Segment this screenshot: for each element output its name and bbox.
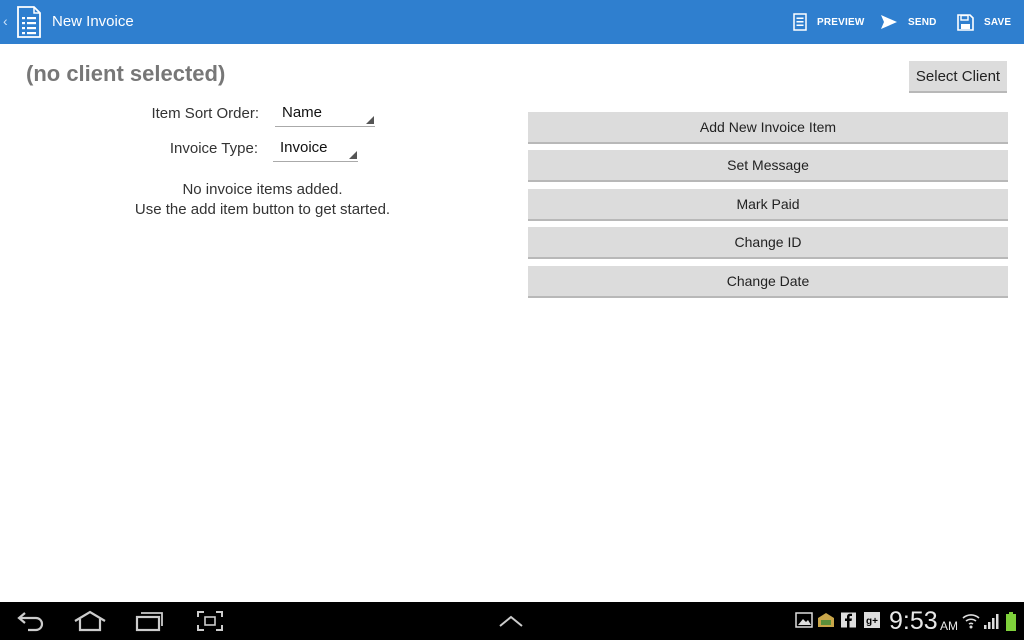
home-button[interactable] [73,602,107,640]
empty-message-line-1: No invoice items added. [182,181,343,198]
send-button[interactable]: SEND [880,0,937,44]
send-icon [881,15,897,29]
preview-button[interactable]: PREVIEW [793,0,865,44]
client-name: (no client selected) [26,61,226,86]
select-client-button[interactable]: Select Client [909,61,1007,93]
screenshot-icon [197,611,223,631]
back-icon [17,612,44,632]
up-caret-icon[interactable]: ‹ [3,13,8,29]
home-icon [74,610,106,632]
item-sort-order-spinner[interactable]: Name [275,103,375,127]
recent-apps-icon [135,612,163,632]
preview-icon [793,13,807,31]
invoice-type-spinner[interactable]: Invoice [273,138,358,162]
invoice-document-icon[interactable] [16,6,42,38]
send-label: SEND [908,16,937,28]
svg-text:g+: g+ [866,616,878,627]
signal-icon [984,614,999,629]
store-icon [818,613,834,627]
invoice-type-value: Invoice [280,139,328,156]
change-id-button[interactable]: Change ID [528,227,1008,259]
wifi-icon [962,614,980,629]
screenshot-button[interactable] [196,602,224,640]
save-disk-icon [957,13,974,31]
preview-label: PREVIEW [817,16,865,28]
set-message-button[interactable]: Set Message [528,150,1008,182]
dropdown-corner-icon [366,116,374,124]
facebook-icon [841,612,856,628]
back-button[interactable] [16,602,46,640]
action-bar: ‹ New Invoice PREVIEW SEND SAVE [0,0,1024,44]
item-sort-order-value: Name [282,104,323,121]
system-bar: g+ 9:53 AM [0,602,1024,640]
google-plus-icon: g+ [864,612,880,628]
battery-icon [1006,612,1016,631]
add-new-invoice-item-button[interactable]: Add New Invoice Item [528,112,1008,144]
mark-paid-button[interactable]: Mark Paid [528,189,1008,221]
clock-time: 9:53 [889,607,938,635]
item-sort-order-label: Item Sort Order: [151,105,259,122]
up-chevron-button[interactable] [498,602,524,640]
save-label: SAVE [984,16,1012,28]
gallery-icon [795,612,813,628]
up-chevron-icon [499,615,523,627]
empty-items-message: No invoice items added. Use the add item… [100,180,425,220]
dropdown-corner-icon [349,151,357,159]
change-date-button[interactable]: Change Date [528,266,1008,298]
save-button[interactable]: SAVE [957,0,1011,44]
empty-message-line-2: Use the add item button to get started. [134,201,391,218]
invoice-type-label: Invoice Type: [169,140,258,157]
page-title: New Invoice [52,13,134,30]
recent-apps-button[interactable] [135,602,163,640]
clock-ampm: AM [940,619,958,633]
